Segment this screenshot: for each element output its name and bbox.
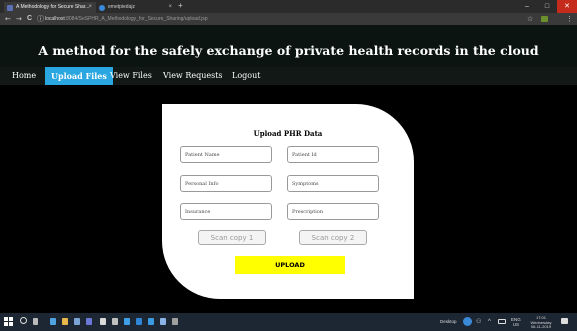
- app-icon[interactable]: [112, 318, 118, 325]
- patient-id-input[interactable]: [287, 146, 379, 163]
- prescription-input[interactable]: [287, 203, 379, 220]
- nav-logout[interactable]: Logout: [226, 67, 266, 85]
- tab-close-icon[interactable]: ×: [88, 2, 92, 13]
- browser-tab-bar: A Methodology for Secure Shar... × emetp…: [0, 0, 577, 13]
- form-heading: Upload PHR Data: [253, 129, 323, 138]
- app-icon[interactable]: [136, 318, 142, 325]
- info-icon[interactable]: ⓘ: [37, 13, 44, 25]
- bookmark-star-icon[interactable]: ☆: [527, 13, 533, 25]
- browser-tab-active[interactable]: A Methodology for Secure Shar... ×: [4, 2, 96, 13]
- windows-taskbar: Desktop ⚇ ^ ENG US 17:01 Wednesday 06-11…: [0, 313, 577, 331]
- search-icon[interactable]: [20, 317, 27, 324]
- url-field[interactable]: localhost:8084/SeSPHR_A_Methodology_for_…: [45, 13, 208, 25]
- language-indicator[interactable]: ENG US: [511, 317, 521, 327]
- chevron-up-icon[interactable]: ^: [488, 313, 491, 331]
- upload-button[interactable]: UPLOAD: [235, 256, 345, 274]
- scan-copy-2-button[interactable]: Scan copy 2: [299, 230, 367, 245]
- upload-form-card: Upload PHR Data Scan copy 1 Scan copy 2 …: [162, 104, 414, 299]
- maximize-button[interactable]: □: [537, 0, 557, 13]
- app-icon[interactable]: [86, 318, 92, 325]
- page-favicon-icon: [99, 5, 105, 11]
- browser-menu-icon[interactable]: ⋮: [566, 13, 573, 25]
- nav-view-files[interactable]: View Files: [104, 67, 158, 85]
- tab-close-icon[interactable]: ×: [168, 2, 172, 13]
- insurance-input[interactable]: [180, 203, 272, 220]
- app-icon[interactable]: [124, 318, 130, 325]
- nav-view-requests[interactable]: View Requests: [157, 67, 229, 85]
- nav-home[interactable]: Home: [6, 67, 42, 85]
- symptoms-input[interactable]: [287, 175, 379, 192]
- browser-address-bar: ← → C ⓘ localhost:8084/SeSPHR_A_Methodol…: [0, 13, 577, 25]
- windows-start-icon[interactable]: [4, 317, 13, 326]
- page-favicon-icon: [7, 5, 13, 11]
- personal-info-input[interactable]: [180, 175, 272, 192]
- url-path: :8084/SeSPHR_A_Methodology_for_Secure_Sh…: [64, 16, 208, 22]
- taskbar-clock[interactable]: 17:01 Wednesday 06-11-2019: [528, 315, 554, 330]
- app-icon[interactable]: [172, 318, 178, 325]
- page-title: A method for the safely exchange of priv…: [38, 43, 539, 58]
- language-region: US: [512, 322, 520, 327]
- file-explorer-icon[interactable]: [62, 318, 68, 325]
- nav-upload-files[interactable]: Upload Files: [45, 67, 113, 85]
- tab-title: A Methodology for Secure Shar...: [16, 4, 90, 10]
- tab-title: emetpiedajz: [108, 4, 135, 10]
- patient-name-input[interactable]: [180, 146, 272, 163]
- scan-copy-1-button[interactable]: Scan copy 1: [198, 230, 266, 245]
- app-icon[interactable]: [100, 318, 106, 325]
- window-close-button[interactable]: ✕: [557, 0, 577, 13]
- url-host: localhost: [45, 16, 65, 22]
- browser-tab[interactable]: emetpiedajz ×: [96, 2, 176, 13]
- task-view-icon[interactable]: [33, 318, 38, 325]
- minimize-button[interactable]: –: [517, 0, 537, 13]
- people-icon[interactable]: ⚇: [476, 313, 481, 331]
- user-icon[interactable]: [463, 317, 472, 326]
- clock-date: 06-11-2019: [530, 324, 552, 329]
- extension-icon[interactable]: [541, 16, 548, 22]
- back-icon[interactable]: ←: [5, 13, 11, 25]
- notification-icon[interactable]: [561, 318, 568, 324]
- new-tab-button[interactable]: +: [178, 1, 183, 10]
- keyboard-icon[interactable]: [498, 319, 506, 324]
- edge-icon[interactable]: [50, 318, 56, 325]
- chrome-icon[interactable]: [148, 318, 154, 325]
- app-icon[interactable]: [160, 318, 166, 325]
- reload-icon[interactable]: C: [27, 13, 32, 25]
- forward-icon[interactable]: →: [16, 13, 22, 25]
- desktop-toolbar-label[interactable]: Desktop: [440, 313, 457, 331]
- store-icon[interactable]: [74, 318, 80, 325]
